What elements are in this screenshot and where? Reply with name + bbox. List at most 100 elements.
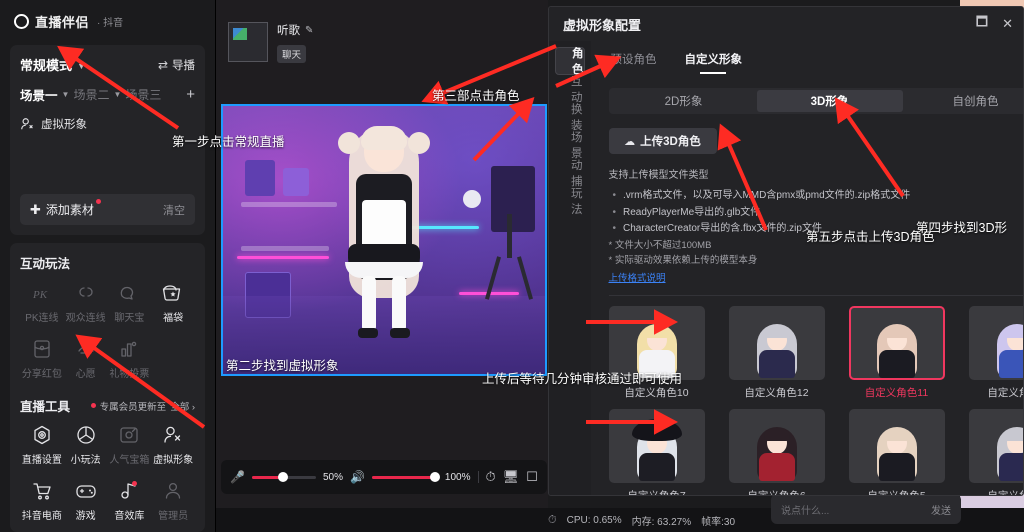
mode-selector[interactable]: 常规模式 ▼ bbox=[20, 55, 86, 74]
tool-item-label: 抖音电商 bbox=[21, 511, 62, 522]
chevron-down-icon[interactable]: ▼ bbox=[62, 90, 70, 99]
avatar-thumbnail[interactable] bbox=[968, 408, 1023, 483]
tool-item-gamepad[interactable]: 游戏 bbox=[64, 480, 108, 522]
chat-chip[interactable]: 聊天 bbox=[277, 45, 307, 63]
popout-icon[interactable]: 🗖 bbox=[976, 13, 988, 35]
mini-game-icon bbox=[75, 424, 97, 446]
avatar-name: 自定义角色7 bbox=[627, 489, 686, 496]
tool-item-gift-vote[interactable]: 礼物投票 bbox=[108, 338, 152, 380]
speaker-icon[interactable]: 🔊 bbox=[350, 470, 365, 484]
scene-tab-2[interactable]: 场景二 bbox=[73, 86, 109, 103]
tool-item-red-packet[interactable]: 分享红包 bbox=[20, 338, 64, 380]
avatar-card[interactable]: 自定义角色6 bbox=[728, 408, 825, 495]
edit-icon[interactable]: ✎ bbox=[305, 25, 313, 36]
close-icon[interactable]: ✕ bbox=[1002, 16, 1013, 32]
microphone-icon[interactable]: 🎤 bbox=[230, 470, 245, 484]
stream-thumbnail[interactable] bbox=[228, 22, 268, 62]
avatar-card[interactable]: 自定义角色10 bbox=[608, 305, 705, 400]
avatar-card[interactable]: 自定义角色7 bbox=[608, 408, 705, 496]
dialog-sidebar-item-动捕[interactable]: 动捕 bbox=[555, 159, 585, 188]
stream-preview[interactable] bbox=[221, 104, 547, 376]
chat-bao-icon bbox=[118, 282, 140, 304]
performance-icon: ⏱ bbox=[548, 513, 557, 526]
tool-item-mini-game[interactable]: 小玩法 bbox=[64, 424, 108, 466]
dialog-sidebar-item-角色[interactable]: 角色 bbox=[555, 47, 585, 76]
mic-volume-value: 50% bbox=[322, 471, 343, 483]
left-sidebar: 直播伴侣 · 抖音 常规模式 ▼ ⇄ 导播 场景一 ▼ 场景二 ▼ 场景三 + … bbox=[0, 0, 216, 532]
dialog-sidebar-item-玩法[interactable]: 玩法 bbox=[555, 187, 585, 216]
avatar-card[interactable]: 自定义角色4 bbox=[968, 408, 1023, 495]
dialog-header: 虚拟形象配置 🗖 ✕ bbox=[549, 7, 1023, 41]
avatar-card[interactable]: 自定义角色11 bbox=[848, 305, 945, 400]
settings-icon bbox=[31, 424, 53, 446]
dialog-sidebar-item-换装[interactable]: 换装 bbox=[555, 103, 585, 132]
upload-format-link[interactable]: 上传格式说明 bbox=[609, 270, 666, 284]
avatar-figure bbox=[751, 316, 803, 378]
tool-item-admin[interactable]: 管理员 bbox=[151, 480, 195, 522]
screen-share-icon[interactable]: 🖥 bbox=[503, 469, 520, 485]
treasure-icon bbox=[118, 424, 140, 446]
add-material-button[interactable]: ✚ 添加素材 bbox=[30, 199, 101, 218]
tool-item-label: 游戏 bbox=[75, 511, 96, 522]
speaker-volume-slider[interactable] bbox=[371, 472, 440, 482]
admin-icon bbox=[162, 480, 184, 502]
layer-item-virtual-avatar[interactable]: 虚拟形象 bbox=[20, 116, 195, 132]
dialog-sidebar-item-互动[interactable]: 互动 bbox=[555, 75, 585, 104]
vip-all-link[interactable]: 全部 › bbox=[170, 399, 195, 413]
avatar-thumbnail[interactable] bbox=[728, 305, 825, 380]
dialog-tab-预设角色[interactable]: 预设角色 bbox=[611, 51, 657, 74]
avatar-thumbnail[interactable] bbox=[848, 305, 945, 380]
dialog-tab-自定义形象[interactable]: 自定义形象 bbox=[685, 51, 743, 74]
brand-header: 直播伴侣 · 抖音 bbox=[0, 0, 215, 39]
tool-item-chat-bao[interactable]: 聊天宝 bbox=[108, 282, 152, 324]
scene-tab-1[interactable]: 场景一 bbox=[20, 85, 58, 104]
shelf-decor bbox=[241, 246, 329, 251]
upload-hint-title: 支持上传模型文件类型 bbox=[608, 170, 709, 181]
avatar-card[interactable]: 自定义角色5 bbox=[848, 408, 945, 495]
switch-icon: ⇄ bbox=[157, 57, 168, 72]
bullet-icon: • bbox=[612, 206, 617, 218]
dialog-title: 虚拟形象配置 bbox=[563, 17, 642, 33]
add-scene-button[interactable]: + bbox=[186, 87, 195, 102]
dialog-sidebar: 角色 互动 换装 场景 动捕 玩法 bbox=[549, 41, 591, 495]
tool-item-label: PK连线 bbox=[25, 313, 59, 324]
upload-notes: * 文件大小不超过100MB * 实际驱动效果依赖上传的模型本身 bbox=[609, 238, 1024, 268]
tool-item-cart[interactable]: 抖音电商 bbox=[20, 480, 64, 522]
scene-tab-3[interactable]: 场景三 bbox=[125, 86, 161, 103]
avatar-card[interactable]: 自定义角色12 bbox=[728, 305, 825, 400]
segment-3D形象[interactable]: 3D形象 bbox=[756, 90, 903, 112]
cpu-usage: CPU: 0.65% bbox=[566, 514, 622, 526]
tool-item-label: 直播设置 bbox=[21, 455, 62, 466]
avatar-figure bbox=[991, 419, 1023, 481]
avatar-thumbnail[interactable] bbox=[848, 408, 945, 483]
avatar-card[interactable]: 自定义角色9 bbox=[968, 305, 1023, 400]
avatar-thumbnail[interactable] bbox=[728, 408, 825, 483]
mic-volume-slider[interactable] bbox=[251, 472, 316, 482]
tool-item-label: 聊天宝 bbox=[114, 313, 145, 324]
chat-send-button[interactable]: 发送 bbox=[931, 502, 951, 517]
tool-item-pk[interactable]: PK PK连线 bbox=[20, 282, 64, 324]
avatar-name: 自定义角色9 bbox=[987, 386, 1023, 399]
chevron-down-icon[interactable]: ▼ bbox=[113, 90, 121, 99]
camera-rotate-icon[interactable]: ⏱ bbox=[486, 469, 496, 485]
virtual-avatar-icon bbox=[20, 117, 34, 131]
avatar-thumbnail[interactable] bbox=[608, 305, 705, 380]
avatar-thumbnail[interactable] bbox=[968, 305, 1023, 380]
upload-3d-avatar-button[interactable]: ☁ 上传3D角色 bbox=[608, 128, 717, 154]
segment-自创角色[interactable]: 自创角色 bbox=[903, 90, 1024, 112]
vip-note[interactable]: 专属会员更新至 全部 › bbox=[90, 399, 195, 413]
clear-button[interactable]: 清空 bbox=[163, 202, 185, 218]
tool-item-wish[interactable]: 心愿 bbox=[64, 338, 108, 380]
dialog-sidebar-item-场景[interactable]: 场景 bbox=[555, 131, 585, 160]
segment-2D形象[interactable]: 2D形象 bbox=[611, 90, 757, 112]
tool-item-lucky-bag[interactable]: 福袋 bbox=[151, 282, 195, 324]
tool-item-sound-library[interactable]: 音效库 bbox=[108, 480, 152, 522]
tool-item-virtual-avatar[interactable]: 虚拟形象 bbox=[151, 424, 195, 466]
tool-item-audience-link[interactable]: 观众连线 bbox=[64, 282, 108, 324]
avatar-thumbnail[interactable] bbox=[608, 408, 705, 483]
tool-item-treasure[interactable]: 人气宝箱 bbox=[108, 424, 152, 466]
chat-input-box[interactable]: 说点什么... 发送 bbox=[771, 494, 961, 524]
tool-item-settings[interactable]: 直播设置 bbox=[20, 424, 64, 466]
fullscreen-icon[interactable]: ☐ bbox=[526, 469, 538, 485]
director-button[interactable]: ⇄ 导播 bbox=[158, 57, 195, 73]
